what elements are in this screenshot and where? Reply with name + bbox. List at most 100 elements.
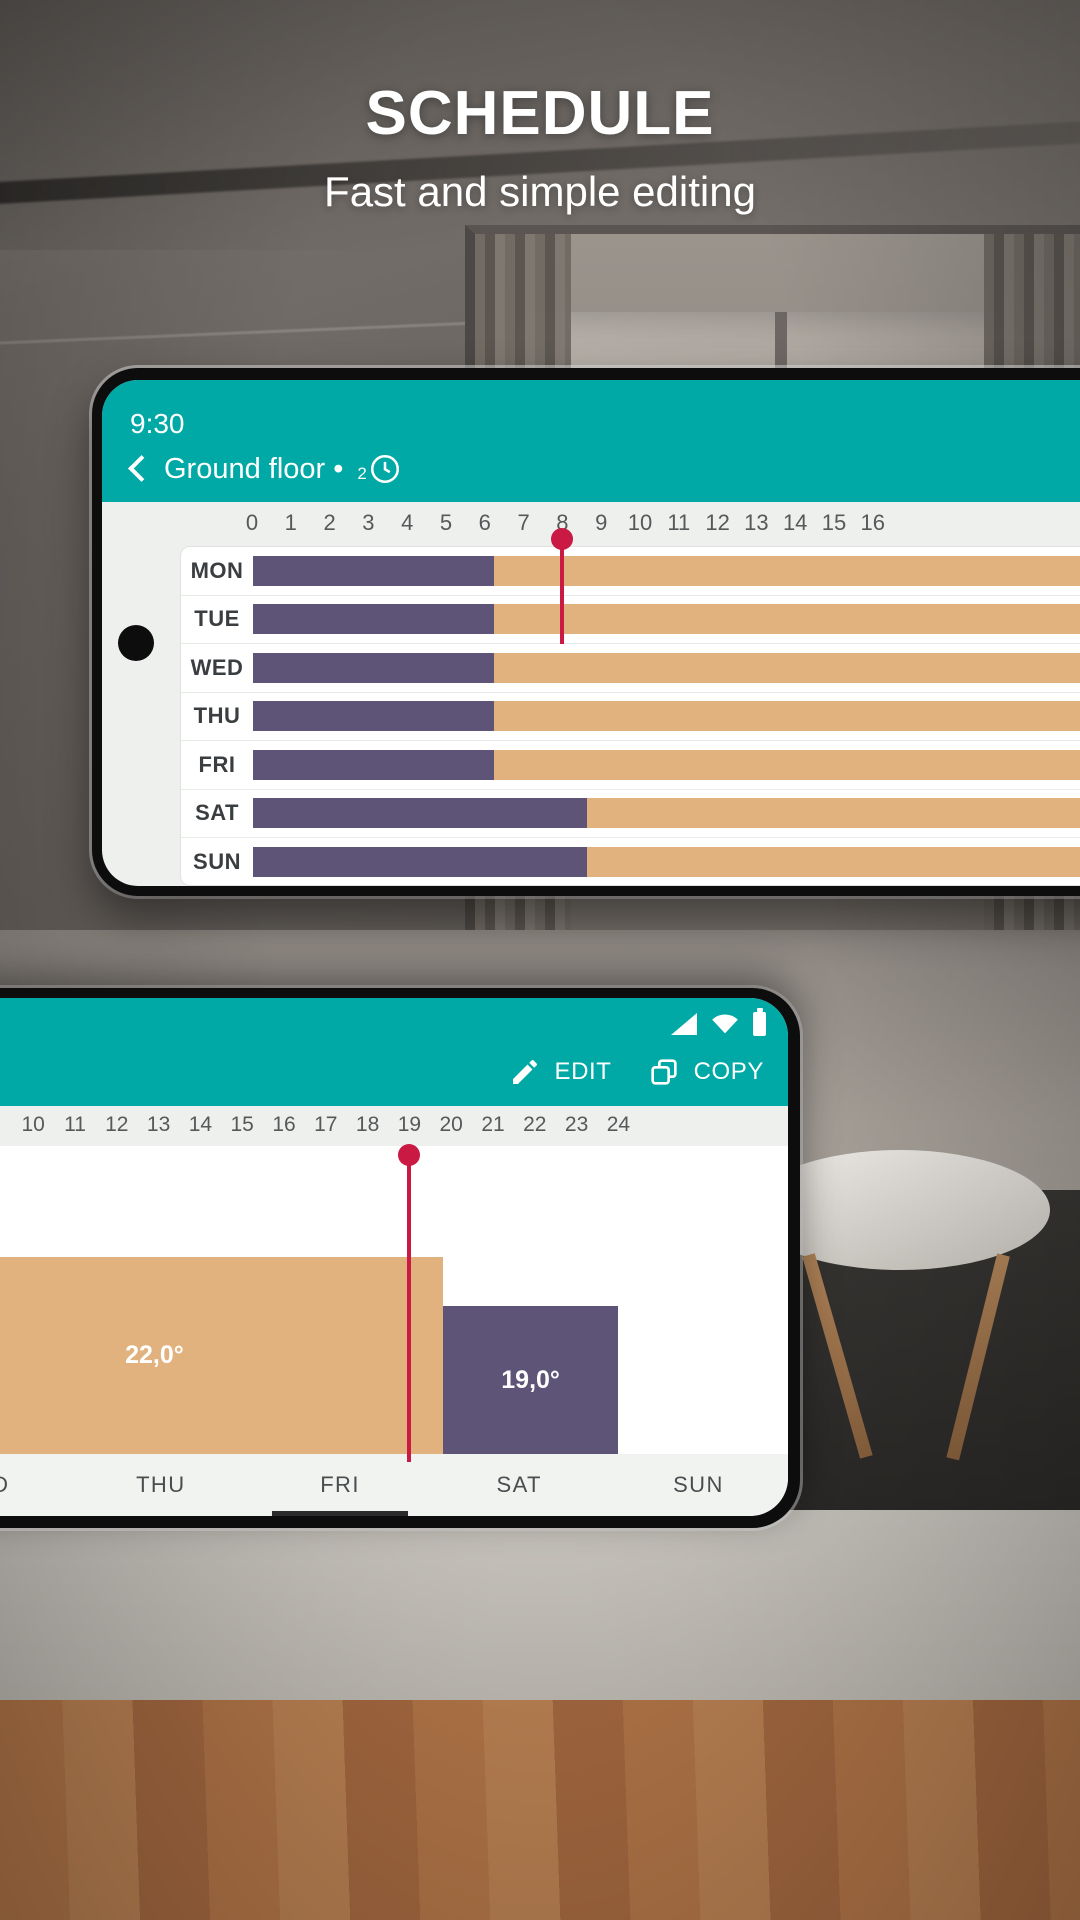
- day-tab-thu[interactable]: THU: [71, 1454, 250, 1516]
- phone-mockup-top: 9:30 Ground floor • 2 0 1 2 3 4 5 6 7 8 9 10 11 12 13…: [92, 368, 1080, 896]
- segment-setback[interactable]: [253, 652, 494, 683]
- schedule-row-sat[interactable]: SAT: [181, 790, 1080, 838]
- day-tabs[interactable]: WED THU FRI SAT SUN: [0, 1454, 788, 1516]
- segment-comfort[interactable]: [493, 749, 1080, 780]
- page-subtitle: Fast and simple editing: [324, 168, 756, 215]
- hour-tick-17: 17: [314, 1113, 338, 1136]
- hour-tick-23: 23: [564, 1113, 589, 1136]
- hour-tick-3: 3: [362, 510, 375, 535]
- day-track[interactable]: [253, 604, 1080, 635]
- hour-tick-4: 4: [401, 510, 414, 535]
- copy-label: COPY: [693, 1058, 764, 1085]
- hour-tick-13: 13: [146, 1113, 171, 1136]
- clock-2-icon[interactable]: 2: [357, 452, 401, 486]
- day-track[interactable]: [253, 798, 1080, 829]
- pencil-icon: [509, 1056, 541, 1088]
- hour-tick-16: 16: [860, 510, 886, 535]
- weekly-schedule-grid[interactable]: MON TUE WED THU FRI SAT SUN: [180, 546, 1080, 886]
- nav-row: Ground floor • 2: [124, 452, 402, 486]
- nav-title: Ground floor •: [164, 452, 344, 485]
- page-title: SCHEDULE: [365, 79, 715, 148]
- clock-2-badge: 2: [357, 464, 367, 483]
- day-label: THU: [193, 703, 241, 729]
- schedule-row-mon[interactable]: MON: [181, 547, 1080, 596]
- hour-ruler-bottom: 6789101112131415161718192021222324: [0, 1106, 788, 1146]
- hour-tick-15: 15: [230, 1113, 254, 1136]
- phone-bottom-screen: EDIT COPY 678910111213141516171819202122…: [0, 998, 788, 1516]
- wifi-icon: [711, 1013, 739, 1035]
- segment-setback[interactable]: [253, 749, 494, 780]
- schedule-row-thu[interactable]: THU: [181, 693, 1080, 741]
- segment-comfort[interactable]: [493, 652, 1080, 683]
- day-tab-fri[interactable]: FRI: [250, 1454, 429, 1516]
- day-tab-label: FRI: [320, 1472, 360, 1497]
- hour-tick-1: 1: [284, 510, 297, 535]
- background-photo: [0, 0, 1080, 1920]
- phone-top-screen: 9:30 Ground floor • 2 0 1 2 3 4 5 6 7 8 9 10 11 12 13…: [102, 380, 1080, 886]
- hour-tick-15: 15: [821, 510, 847, 535]
- day-track[interactable]: [253, 652, 1080, 683]
- hour-ruler-top: 0 1 2 3 4 5 6 7 8 9 10 11 12 13 14 15 16: [102, 502, 1080, 544]
- temperature-chart[interactable]: 22,0° 19,0°: [0, 1146, 788, 1454]
- hour-tick-11: 11: [667, 510, 691, 535]
- hour-tick-14: 14: [188, 1113, 213, 1136]
- edit-label: EDIT: [554, 1058, 612, 1085]
- copy-button[interactable]: COPY: [648, 1056, 764, 1088]
- hour-tick-9: 9: [595, 510, 608, 535]
- hour-tick-11: 11: [64, 1113, 86, 1136]
- vignette: [0, 0, 1080, 1920]
- day-track[interactable]: [253, 749, 1080, 780]
- hour-tick-7: 7: [517, 510, 530, 535]
- temperature-block-cool[interactable]: 19,0°: [442, 1306, 619, 1454]
- signal-icon: [671, 1013, 697, 1035]
- hour-tick-13: 13: [744, 510, 769, 535]
- hour-tick-0: 0: [245, 510, 259, 535]
- segment-setback[interactable]: [253, 555, 494, 586]
- segment-setback[interactable]: [253, 798, 587, 829]
- hour-tick-14: 14: [782, 510, 808, 535]
- battery-icon: [753, 1008, 766, 1036]
- day-tab-sun[interactable]: SUN: [609, 1454, 788, 1516]
- segment-setback[interactable]: [253, 604, 494, 635]
- hour-tick-16: 16: [272, 1113, 296, 1136]
- segment-comfort[interactable]: [586, 798, 1080, 829]
- schedule-row-fri[interactable]: FRI: [181, 741, 1080, 790]
- hour-tick-6: 6: [478, 510, 491, 535]
- edit-button[interactable]: EDIT: [509, 1056, 612, 1088]
- day-tab-sat[interactable]: SAT: [430, 1454, 609, 1516]
- hour-tick-12: 12: [705, 510, 730, 535]
- day-track[interactable]: [253, 555, 1080, 586]
- day-tab-wed[interactable]: WED: [0, 1454, 71, 1516]
- segment-comfort[interactable]: [493, 701, 1080, 732]
- phone-mockup-bottom: EDIT COPY 678910111213141516171819202122…: [0, 988, 800, 1528]
- hour-tick-21: 21: [481, 1113, 505, 1136]
- segment-comfort[interactable]: [586, 847, 1080, 878]
- status-bar-clock: 9:30: [130, 408, 185, 439]
- day-label: MON: [190, 557, 244, 583]
- current-time-marker-line: [407, 1150, 412, 1462]
- copy-icon: [648, 1056, 680, 1088]
- segment-setback[interactable]: [253, 701, 494, 732]
- hour-tick-12: 12: [105, 1113, 129, 1136]
- day-tab-label: SAT: [496, 1472, 542, 1497]
- temperature-block-warm[interactable]: 22,0°: [0, 1256, 443, 1454]
- hour-tick-19: 19: [397, 1113, 422, 1136]
- temperature-label: 19,0°: [501, 1365, 560, 1394]
- day-label: SUN: [193, 849, 241, 875]
- segment-setback[interactable]: [253, 847, 587, 878]
- day-tab-label: WED: [0, 1472, 10, 1497]
- hour-tick-2: 2: [323, 510, 336, 535]
- segment-comfort[interactable]: [493, 604, 1080, 635]
- day-tab-label: SUN: [673, 1472, 724, 1497]
- day-track[interactable]: [253, 847, 1080, 878]
- day-label: FRI: [198, 751, 236, 777]
- schedule-row-wed[interactable]: WED: [181, 644, 1080, 693]
- phone-camera-punchhole: [118, 625, 154, 661]
- day-track[interactable]: [253, 701, 1080, 732]
- schedule-row-tue[interactable]: TUE: [181, 596, 1080, 644]
- hour-tick-10: 10: [627, 510, 653, 535]
- segment-comfort[interactable]: [493, 555, 1080, 586]
- chevron-left-icon[interactable]: [124, 456, 150, 482]
- schedule-row-sun[interactable]: SUN: [181, 838, 1080, 885]
- status-icons: [671, 1008, 766, 1036]
